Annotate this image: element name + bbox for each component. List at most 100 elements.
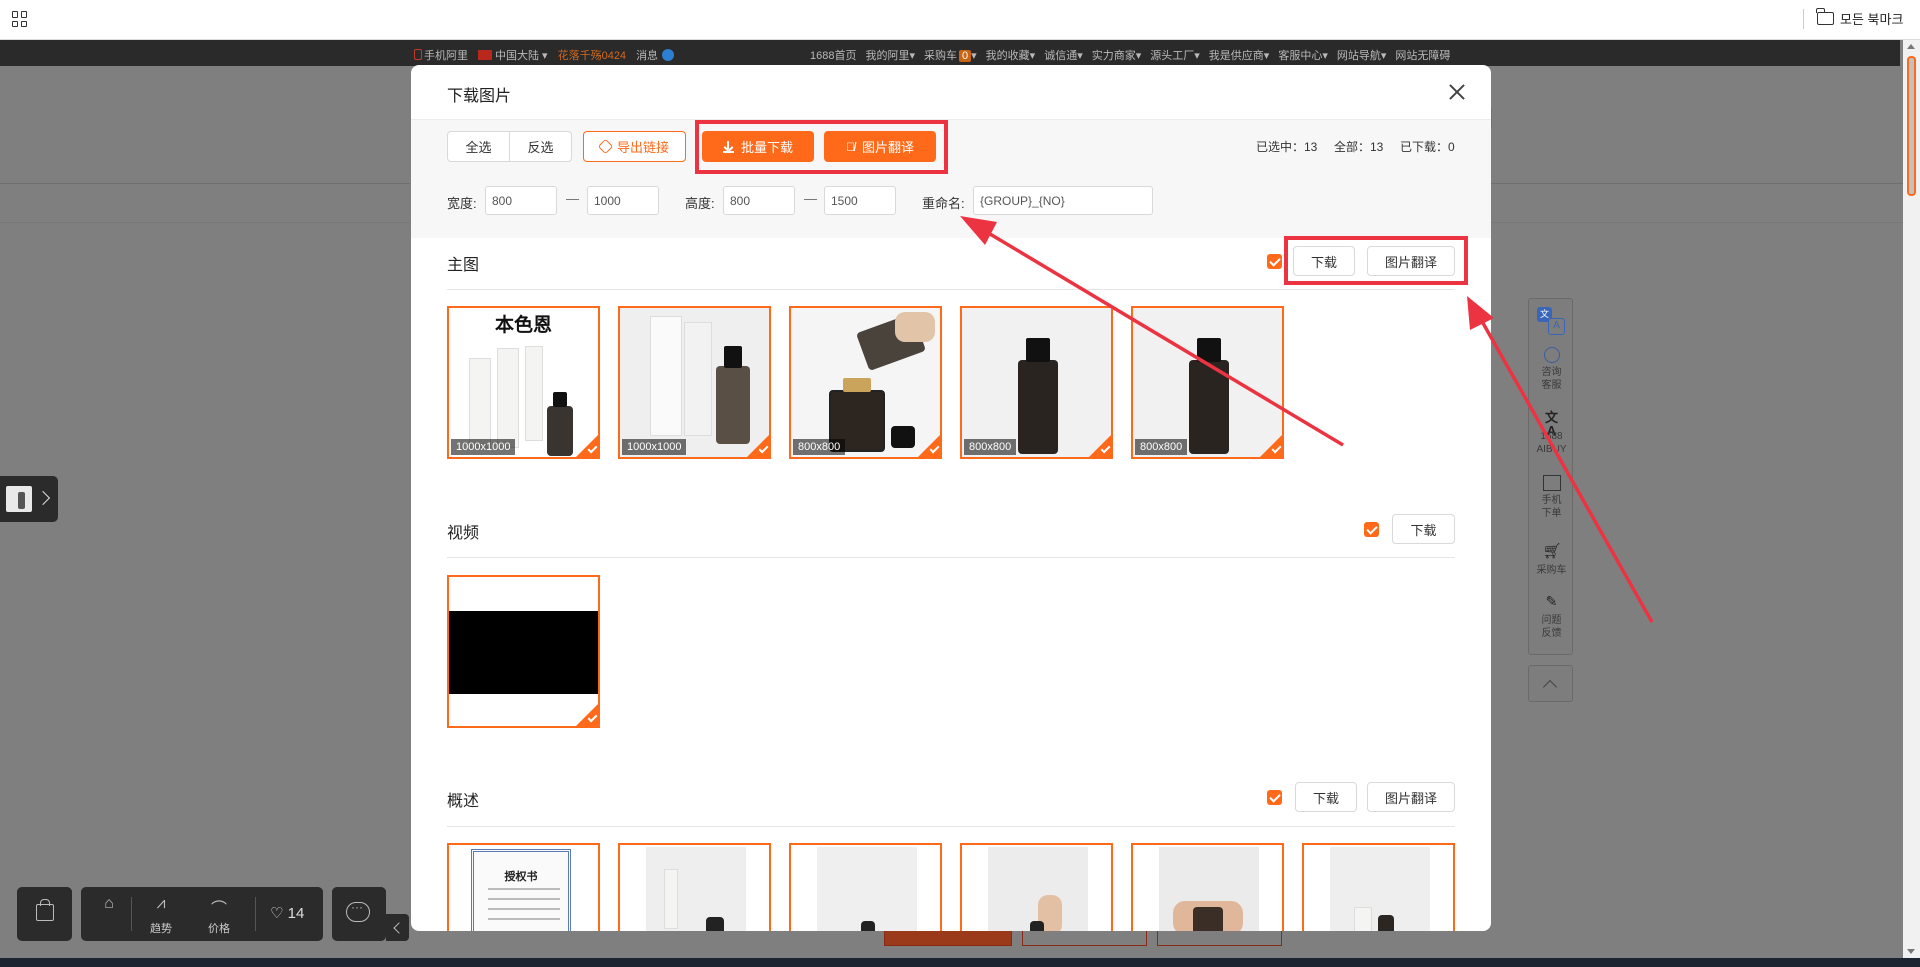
- product-mini-image: [6, 486, 32, 512]
- site-top-nav: 手机阿里 中国大陆 ▾ 花落千殇0424 消息 1688首页 我的阿里▾ 采购车…: [0, 40, 1900, 66]
- overview-image-1[interactable]: 授权书: [447, 843, 600, 931]
- range-dash: —: [804, 191, 817, 206]
- image-size-label: 800x800: [793, 439, 846, 455]
- overview-image-2[interactable]: [618, 843, 771, 931]
- nav-region[interactable]: 中国大陆 ▾: [478, 47, 548, 63]
- nav-site-nav[interactable]: 网站导航▾: [1337, 47, 1387, 63]
- scroll-up-icon[interactable]: [1907, 44, 1915, 49]
- main-download-button[interactable]: 下载: [1293, 246, 1355, 276]
- main-image-1[interactable]: 本色恩 1000x1000: [447, 306, 600, 459]
- page-scrollbar[interactable]: [1903, 40, 1920, 958]
- section-divider: [447, 826, 1455, 827]
- phone-icon: [414, 49, 422, 60]
- image-size-label: 800x800: [964, 439, 1017, 455]
- floating-product-thumb[interactable]: [0, 476, 58, 522]
- overview-image-5[interactable]: [1131, 843, 1284, 931]
- nav-strong-merchants[interactable]: 实力商家▾: [1092, 47, 1142, 63]
- close-icon[interactable]: [1446, 81, 1468, 103]
- main-image-4[interactable]: 800x800: [960, 306, 1113, 459]
- cert-text-line: [488, 918, 560, 920]
- divider: [255, 897, 256, 931]
- bottle-cap: [553, 392, 567, 407]
- edit-icon: ✎: [1545, 593, 1558, 609]
- favorites-counter[interactable]: ♡ 14: [270, 904, 304, 922]
- chat-icon: [1543, 347, 1560, 363]
- trend-tool[interactable]: ⩘ 趋势: [133, 895, 189, 936]
- selected-count: 已选中：13: [1256, 140, 1318, 154]
- overview-checkbox[interactable]: [1267, 790, 1282, 805]
- invert-selection-button[interactable]: 反选: [509, 131, 572, 162]
- price-tool[interactable]: ⌒ 价格: [191, 895, 247, 936]
- overview-image-3[interactable]: [789, 843, 942, 931]
- nav-home[interactable]: 1688首页: [810, 47, 856, 63]
- nav-supplier[interactable]: 我是供应商▾: [1209, 47, 1270, 63]
- select-all-button[interactable]: 全选: [447, 131, 510, 162]
- image-translate-button[interactable]: 文̸ 图片翻译: [824, 131, 936, 162]
- aibuy-tool[interactable]: 文A 1688 AIBUY: [1529, 411, 1574, 456]
- scroll-down-icon[interactable]: [1907, 949, 1915, 954]
- bottle: [1193, 907, 1223, 931]
- price-curve-icon: ⌒: [210, 901, 227, 918]
- overview-title: 概述: [447, 793, 480, 810]
- bottle: [1189, 360, 1229, 454]
- modal-toolbar: [411, 120, 1491, 238]
- collapse-tool[interactable]: ⌂: [81, 895, 137, 920]
- video-checkbox[interactable]: [1364, 522, 1379, 537]
- main-translate-button[interactable]: 图片翻译: [1367, 246, 1455, 276]
- nav-cart[interactable]: 采购车 0 ▾: [924, 47, 977, 63]
- height-max-input[interactable]: [824, 186, 896, 215]
- nav-chengxintong[interactable]: 诚信通▾: [1044, 47, 1083, 63]
- apps-grid-icon[interactable]: [12, 11, 28, 27]
- bookmarks-bar: 모든 북마크: [0, 0, 1920, 40]
- video-thumbnail[interactable]: [447, 575, 600, 728]
- divider: [131, 897, 132, 931]
- main-images-checkbox[interactable]: [1267, 254, 1282, 269]
- overview-download-button[interactable]: 下载: [1295, 782, 1357, 812]
- height-min-input[interactable]: [723, 186, 795, 215]
- nav-my-alibaba[interactable]: 我的阿里▾: [865, 47, 915, 63]
- message-dot-icon: [662, 49, 675, 61]
- batch-download-button[interactable]: 批量下载: [702, 131, 814, 162]
- bottle-cap: [724, 346, 742, 368]
- cart-tool-label: 采购车: [1536, 565, 1567, 576]
- feedback-tool[interactable]: ✎ 问题反馈: [1529, 593, 1574, 640]
- scrollbar-thumb[interactable]: [1907, 56, 1916, 196]
- nav-username[interactable]: 花落千殇0424: [558, 47, 626, 63]
- overview-image-6[interactable]: [1302, 843, 1455, 931]
- consult-service-tool[interactable]: 咨询客服: [1529, 347, 1574, 392]
- width-max-input[interactable]: [587, 186, 659, 215]
- overview-translate-button[interactable]: 图片翻译: [1367, 782, 1455, 812]
- back-to-top-button[interactable]: [1528, 665, 1573, 702]
- main-image-3[interactable]: 800x800: [789, 306, 942, 459]
- video-title: 视频: [447, 525, 480, 542]
- main-image-2[interactable]: 1000x1000: [618, 306, 771, 459]
- bottom-message-button[interactable]: [332, 887, 386, 941]
- nav-favorites[interactable]: 我的收藏▾: [986, 47, 1036, 63]
- width-min-input[interactable]: [485, 186, 557, 215]
- link-icon: [597, 138, 614, 155]
- rename-input[interactable]: [973, 186, 1153, 215]
- mobile-order-tool[interactable]: 手机下单: [1529, 475, 1574, 520]
- downloaded-count: 已下载：0: [1400, 140, 1455, 154]
- nav-accessibility[interactable]: 网站无障碍: [1395, 47, 1450, 63]
- nav-mobile-link[interactable]: 手机阿里: [414, 47, 468, 63]
- bottom-cart-button[interactable]: [17, 887, 72, 941]
- video-download-button[interactable]: 下载: [1392, 514, 1455, 544]
- batch-download-label: 批量下载: [740, 140, 793, 155]
- nav-source-factory[interactable]: 源头工厂▾: [1150, 47, 1200, 63]
- nav-service[interactable]: 客服中心▾: [1278, 47, 1328, 63]
- bg-divider: [1490, 222, 1903, 223]
- export-links-button[interactable]: 导出链接: [583, 131, 686, 162]
- china-flag-icon: [478, 50, 492, 60]
- nav-messages[interactable]: 消息: [636, 47, 675, 63]
- certificate-title: 授权书: [504, 871, 538, 883]
- all-bookmarks-button[interactable]: 모든 북마크: [1816, 8, 1903, 28]
- main-image-5[interactable]: 800x800: [1131, 306, 1284, 459]
- collapse-bottom-bar-button[interactable]: [386, 914, 409, 941]
- bottle-cap: [1197, 338, 1221, 362]
- overview-image-4[interactable]: [960, 843, 1113, 931]
- translate-icon: 文̸: [845, 139, 855, 154]
- bottle: [706, 917, 724, 931]
- cart-tool[interactable]: 🛒︎ 采购车: [1529, 544, 1574, 577]
- translate-icon[interactable]: 文A: [1535, 305, 1567, 337]
